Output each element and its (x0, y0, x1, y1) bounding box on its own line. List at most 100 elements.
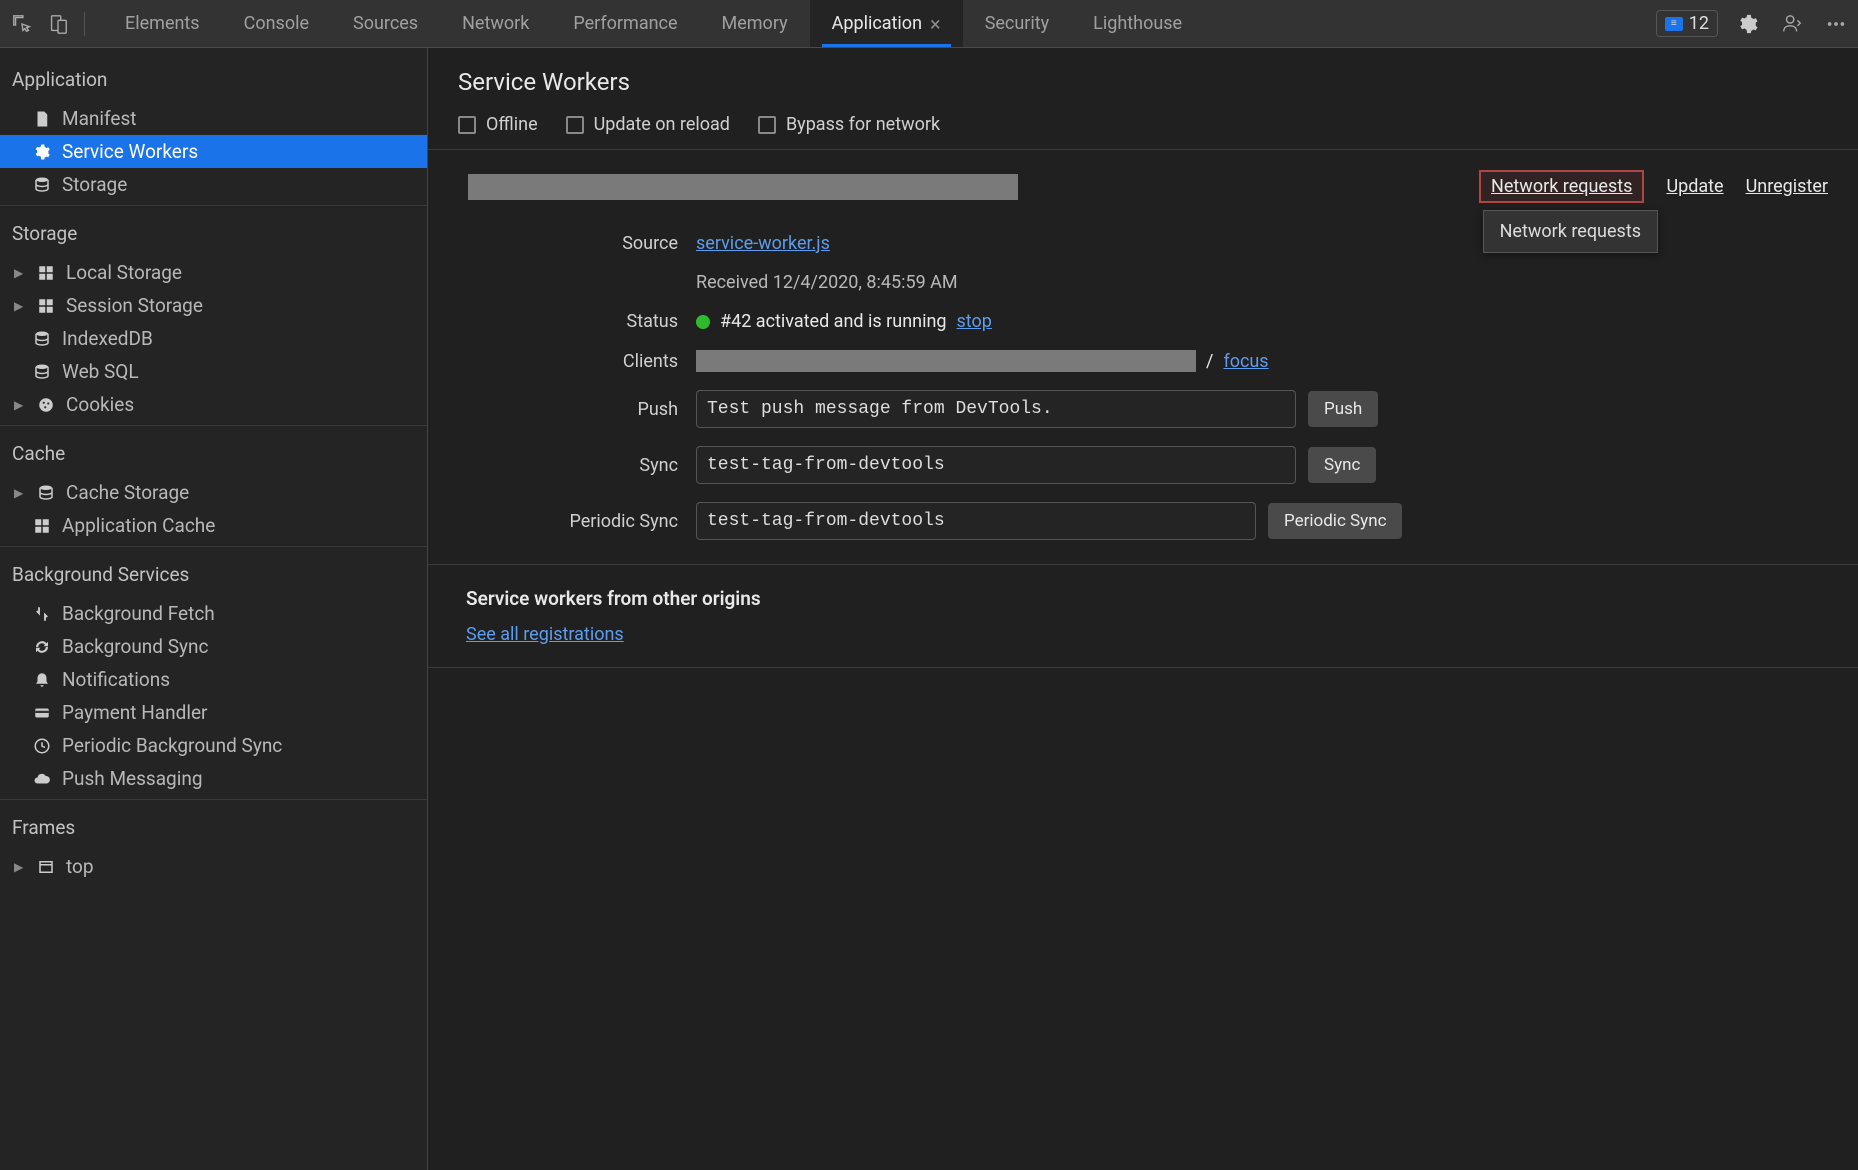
user-icon[interactable] (1778, 10, 1806, 38)
sidebar-item-label: top (66, 855, 94, 878)
sidebar-item-label: Background Sync (62, 635, 208, 658)
settings-icon[interactable] (1734, 10, 1762, 38)
service-workers-panel: Service Workers Offline Update on reload… (428, 48, 1858, 1170)
sidebar-item-label: Periodic Background Sync (62, 734, 282, 757)
sidebar-item-local-storage[interactable]: ▶ Local Storage (0, 256, 427, 289)
checkbox-label: Offline (486, 114, 538, 135)
database-icon (36, 483, 56, 503)
panel-title: Service Workers (458, 68, 1828, 96)
sidebar-item-storage[interactable]: Storage (0, 168, 427, 201)
expand-icon[interactable]: ▶ (14, 486, 26, 500)
sidebar-item-service-workers[interactable]: Service Workers (0, 135, 427, 168)
sidebar-item-session-storage[interactable]: ▶ Session Storage (0, 289, 427, 322)
more-icon[interactable] (1822, 10, 1850, 38)
sync-icon (32, 637, 52, 657)
status-label: Status (518, 311, 678, 332)
sidebar-item-app-cache[interactable]: Application Cache (0, 509, 427, 542)
close-icon[interactable]: × (930, 12, 941, 36)
client-redacted (696, 350, 1196, 372)
network-requests-link[interactable]: Network requests (1479, 170, 1644, 203)
stop-link[interactable]: stop (957, 311, 992, 332)
sidebar-item-label: Web SQL (62, 360, 139, 383)
sidebar-item-cookies[interactable]: ▶ Cookies (0, 388, 427, 421)
checkbox-label: Bypass for network (786, 114, 940, 135)
status-dot-icon (696, 315, 710, 329)
expand-icon[interactable]: ▶ (14, 299, 26, 313)
gear-icon (32, 142, 52, 162)
document-icon (32, 109, 52, 129)
tab-console[interactable]: Console (222, 0, 331, 47)
bypass-network-checkbox[interactable]: Bypass for network (758, 114, 940, 135)
message-icon: ≡ (1665, 17, 1683, 31)
issues-badge[interactable]: ≡ 12 (1656, 10, 1718, 37)
clock-icon (32, 736, 52, 756)
periodic-sync-label: Periodic Sync (518, 511, 678, 532)
sidebar-item-notifications[interactable]: Notifications (0, 663, 427, 696)
clients-label: Clients (518, 351, 678, 372)
sidebar-item-top-frame[interactable]: ▶ top (0, 850, 427, 883)
checkbox-label: Update on reload (594, 114, 730, 135)
expand-icon[interactable]: ▶ (14, 860, 26, 874)
inspect-element-icon[interactable] (8, 10, 36, 38)
checkbox-icon (458, 116, 476, 134)
focus-link[interactable]: focus (1223, 351, 1268, 372)
frame-icon (36, 857, 56, 877)
device-toggle-icon[interactable] (44, 10, 72, 38)
sidebar-item-periodic-sync[interactable]: Periodic Background Sync (0, 729, 427, 762)
tab-elements[interactable]: Elements (103, 0, 222, 47)
update-link[interactable]: Update (1666, 176, 1723, 197)
tab-security[interactable]: Security (963, 0, 1071, 47)
panel-tabs: Elements Console Sources Network Perform… (103, 0, 1204, 47)
checkbox-icon (758, 116, 776, 134)
grid-icon (32, 516, 52, 536)
tab-memory[interactable]: Memory (700, 0, 810, 47)
sidebar-item-label: Manifest (62, 107, 137, 130)
see-all-link[interactable]: See all registrations (466, 624, 624, 645)
sidebar-item-label: Push Messaging (62, 767, 203, 790)
tab-sources[interactable]: Sources (331, 0, 440, 47)
unregister-link[interactable]: Unregister (1746, 176, 1828, 197)
sidebar-item-bg-sync[interactable]: Background Sync (0, 630, 427, 663)
offline-checkbox[interactable]: Offline (458, 114, 538, 135)
sidebar-item-label: Notifications (62, 668, 170, 691)
source-file-link[interactable]: service-worker.js (696, 233, 830, 254)
expand-icon[interactable]: ▶ (14, 398, 26, 412)
periodic-sync-input[interactable] (696, 502, 1256, 540)
sidebar-item-manifest[interactable]: Manifest (0, 102, 427, 135)
section-storage: Storage (0, 210, 427, 256)
update-reload-checkbox[interactable]: Update on reload (566, 114, 730, 135)
section-cache: Cache (0, 430, 427, 476)
tab-network[interactable]: Network (440, 0, 551, 47)
periodic-sync-button[interactable]: Periodic Sync (1268, 503, 1402, 539)
sidebar-item-cache-storage[interactable]: ▶ Cache Storage (0, 476, 427, 509)
tab-application[interactable]: Application × (810, 0, 963, 47)
tab-lighthouse[interactable]: Lighthouse (1071, 0, 1204, 47)
sidebar-item-label: Local Storage (66, 261, 182, 284)
section-frames: Frames (0, 804, 427, 850)
push-label: Push (518, 399, 678, 420)
sidebar-item-websql[interactable]: Web SQL (0, 355, 427, 388)
sidebar-item-payment[interactable]: Payment Handler (0, 696, 427, 729)
sync-input[interactable] (696, 446, 1296, 484)
sidebar-item-label: Application Cache (62, 514, 215, 537)
bell-icon (32, 670, 52, 690)
expand-icon[interactable]: ▶ (14, 266, 26, 280)
sync-button[interactable]: Sync (1308, 447, 1376, 483)
fetch-icon (32, 604, 52, 624)
other-origins-title: Service workers from other origins (466, 587, 1820, 610)
sidebar-item-label: Cookies (66, 393, 134, 416)
database-icon (32, 175, 52, 195)
sidebar-item-push[interactable]: Push Messaging (0, 762, 427, 795)
network-requests-tooltip: Network requests (1483, 210, 1658, 253)
push-input[interactable] (696, 390, 1296, 428)
tab-performance[interactable]: Performance (551, 0, 699, 47)
sidebar-item-bg-fetch[interactable]: Background Fetch (0, 597, 427, 630)
section-application: Application (0, 56, 427, 102)
cloud-icon (32, 769, 52, 789)
push-button[interactable]: Push (1308, 391, 1378, 427)
client-slash: / (1206, 351, 1213, 372)
sidebar-item-indexeddb[interactable]: IndexedDB (0, 322, 427, 355)
checkbox-icon (566, 116, 584, 134)
sidebar-item-label: Storage (62, 173, 127, 196)
grid-icon (36, 296, 56, 316)
